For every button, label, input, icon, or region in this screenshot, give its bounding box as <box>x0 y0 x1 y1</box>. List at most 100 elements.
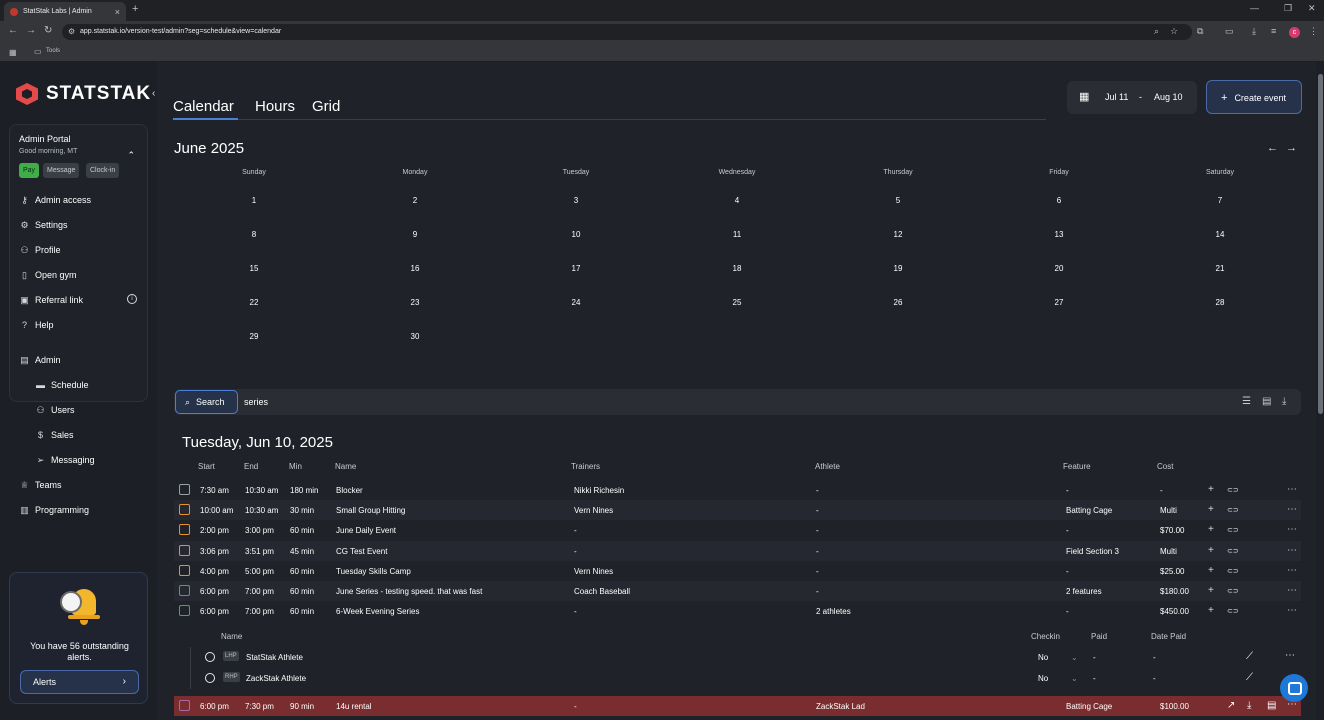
athlete-row[interactable]: RHP ZackStak Athlete No ⌄ - - ⟋ <box>190 668 1301 689</box>
sidebar-item-programming[interactable]: ▥ Programming <box>19 503 89 517</box>
calendar-day[interactable]: 19 <box>883 264 913 273</box>
calendar-day[interactable]: 25 <box>722 298 752 307</box>
calendar-day[interactable]: 24 <box>561 298 591 307</box>
calendar-day[interactable]: 14 <box>1205 230 1235 239</box>
more-options-icon[interactable]: ⋯ <box>1287 565 1297 576</box>
alerts-button[interactable]: Alerts › <box>20 670 139 694</box>
bookmark-star-icon[interactable]: ☆ <box>1170 26 1178 37</box>
new-tab-icon[interactable]: + <box>132 3 138 15</box>
event-name[interactable]: Blocker <box>336 486 363 495</box>
filter-icon[interactable]: ☰ <box>1242 396 1251 407</box>
calendar-day[interactable]: 29 <box>239 332 269 341</box>
scrollbar-thumb[interactable] <box>1318 74 1323 414</box>
message-icon[interactable]: ▤ <box>1267 700 1276 711</box>
calendar-day[interactable]: 20 <box>1044 264 1074 273</box>
sidebar-item-teams[interactable]: ♕ Teams <box>19 478 61 492</box>
calendar-day[interactable]: 18 <box>722 264 752 273</box>
link-icon[interactable]: ⊂⊃ <box>1227 526 1239 534</box>
event-checkbox[interactable] <box>179 700 190 711</box>
support-chat-button[interactable] <box>1280 674 1308 702</box>
chevron-down-icon[interactable]: ⌄ <box>1071 674 1078 683</box>
link-icon[interactable]: ⊂⊃ <box>1227 587 1239 595</box>
event-row[interactable]: 2:00 pm 3:00 pm 60 min June Daily Event - - - $… <box>174 520 1301 540</box>
extensions-icon[interactable]: ⧉ <box>1197 26 1203 37</box>
chevron-down-icon[interactable]: ⌄ <box>1071 653 1078 662</box>
reload-icon[interactable]: ↻ <box>44 25 52 36</box>
next-month-arrow-icon[interactable]: → <box>1286 142 1297 154</box>
calendar-day[interactable]: 17 <box>561 264 591 273</box>
cast-icon[interactable]: ▭ <box>1225 26 1234 37</box>
zoom-icon[interactable]: ⌕ <box>1154 26 1159 37</box>
share-icon[interactable]: ↗ <box>1227 700 1235 711</box>
link-icon[interactable]: ⊂⊃ <box>1227 607 1239 615</box>
athlete-select-radio[interactable] <box>205 652 215 662</box>
pay-button[interactable]: Pay <box>19 163 40 178</box>
more-options-icon[interactable]: ⋯ <box>1287 524 1297 535</box>
add-icon[interactable]: + <box>1208 484 1214 495</box>
add-icon[interactable]: + <box>1208 524 1214 535</box>
more-options-icon[interactable]: ⋯ <box>1287 585 1297 596</box>
event-name[interactable]: 6-Week Evening Series <box>336 607 419 616</box>
calendar-day[interactable]: 10 <box>561 230 591 239</box>
address-bar[interactable]: ⚙ app.statstak.io/version-test/admin?seg… <box>62 24 1192 40</box>
calendar-day[interactable]: 7 <box>1205 196 1235 205</box>
event-checkbox[interactable] <box>179 564 190 576</box>
bookmark-folder-tools[interactable]: Tools <box>46 48 60 54</box>
event-name[interactable]: 14u rental <box>336 702 372 711</box>
link-icon[interactable]: ⊂⊃ <box>1227 547 1239 555</box>
calendar-day[interactable]: 21 <box>1205 264 1235 273</box>
event-name[interactable]: Small Group Hitting <box>336 506 405 515</box>
sidebar-item-users[interactable]: ⚇ Users <box>35 403 74 417</box>
athlete-select-radio[interactable] <box>205 673 215 683</box>
sidebar-item-profile[interactable]: ⚇ Profile <box>19 243 60 257</box>
media-icon[interactable]: ≡ <box>1271 26 1276 36</box>
more-options-icon[interactable]: ⋯ <box>1287 605 1297 616</box>
page-scrollbar[interactable] <box>1316 62 1324 720</box>
clockin-button[interactable]: Clock-in <box>86 163 120 178</box>
calendar-day[interactable]: 12 <box>883 230 913 239</box>
download-icon[interactable]: ⤓ <box>1282 396 1286 407</box>
athlete-row[interactable]: LHP StatStak Athlete No ⌄ - - ⟋ ⋯ <box>190 647 1301 668</box>
add-icon[interactable]: + <box>1208 565 1214 576</box>
event-row[interactable]: 6:00 pm 7:00 pm 60 min June Series - testin… <box>174 581 1301 601</box>
sidebar-item-admin[interactable]: ▤ Admin <box>19 353 60 367</box>
trend-chart-icon[interactable]: ⟋ <box>1246 672 1253 683</box>
event-row[interactable]: 7:30 am 10:30 am 180 min Blocker Nikki Riche… <box>174 480 1301 500</box>
event-checkbox[interactable] <box>179 585 190 596</box>
create-event-button[interactable]: + Create event <box>1206 80 1302 114</box>
download-icon[interactable]: ⤓ <box>1247 700 1251 711</box>
message-icon[interactable]: ▤ <box>1262 396 1271 407</box>
info-icon[interactable]: i <box>127 294 137 304</box>
brand-logo[interactable]: STATSTAK <box>16 83 151 105</box>
calendar-day[interactable]: 6 <box>1044 196 1074 205</box>
event-row[interactable]: 10:00 am 10:30 am 30 min Small Group Hittin… <box>174 500 1301 521</box>
back-icon[interactable]: ← <box>8 25 18 36</box>
sidebar-item-referral-link[interactable]: ▣ Referral link i <box>19 293 137 307</box>
event-row[interactable]: 4:00 pm 5:00 pm 60 min Tuesday Skills Camp V… <box>174 561 1301 581</box>
link-icon[interactable]: ⊂⊃ <box>1227 567 1239 575</box>
sidebar-item-sales[interactable]: $ Sales <box>35 428 74 442</box>
search-button[interactable]: ⌕ Search <box>175 390 238 414</box>
site-info-icon[interactable]: ⚙ <box>68 27 75 36</box>
event-row[interactable]: 6:00 pm 7:00 pm 60 min 6-Week Evening Serie… <box>174 601 1301 621</box>
event-name[interactable]: Tuesday Skills Camp <box>336 567 411 576</box>
event-checkbox[interactable] <box>179 484 190 495</box>
calendar-day[interactable]: 15 <box>239 264 269 273</box>
link-icon[interactable]: ⊂⊃ <box>1227 486 1239 494</box>
add-icon[interactable]: + <box>1208 605 1214 616</box>
calendar-day[interactable]: 30 <box>400 332 430 341</box>
minimize-icon[interactable]: — <box>1250 3 1259 13</box>
collapse-sidebar-icon[interactable]: ‹ <box>152 88 164 102</box>
athlete-name[interactable]: StatStak Athlete <box>246 653 303 662</box>
sidebar-item-schedule[interactable]: ▬ Schedule <box>35 378 89 392</box>
calendar-day[interactable]: 27 <box>1044 298 1074 307</box>
checkin-select[interactable]: No <box>1038 674 1048 683</box>
calendar-day[interactable]: 16 <box>400 264 430 273</box>
calendar-day[interactable]: 3 <box>561 196 591 205</box>
athlete-name[interactable]: ZackStak Athlete <box>246 674 306 683</box>
sidebar-item-help[interactable]: ? Help <box>19 318 54 332</box>
more-options-icon[interactable]: ⋯ <box>1287 545 1297 556</box>
event-checkbox[interactable] <box>179 605 190 617</box>
more-options-icon[interactable]: ⋯ <box>1285 650 1295 661</box>
event-name[interactable]: CG Test Event <box>336 547 387 556</box>
